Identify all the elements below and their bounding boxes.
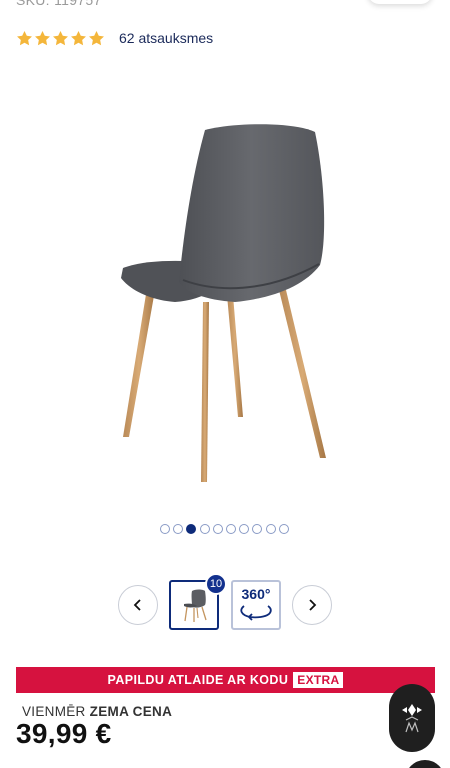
next-image-button[interactable] [292, 585, 332, 625]
price-label: VIENMĒR ZEMA CENA [22, 704, 172, 719]
brand-floating-button[interactable] [389, 684, 435, 752]
diamond-logo-icon [402, 704, 422, 733]
top-pill[interactable] [368, 0, 432, 4]
product-price: 39,99 € [16, 718, 112, 749]
product-gallery[interactable] [0, 70, 450, 510]
product-image [121, 124, 326, 482]
carousel-dot[interactable] [212, 524, 223, 534]
star-icon [52, 30, 69, 47]
prev-image-button[interactable] [118, 585, 158, 625]
star-icon [16, 30, 33, 47]
image-count-badge: 10 [205, 573, 227, 595]
price-label-strong: ZEMA CENA [89, 704, 173, 719]
chair-thumbnail-icon [184, 589, 207, 622]
sku-strip: SKU: 119757 [0, 0, 450, 14]
thumbnail-row: 10 360° [0, 573, 450, 632]
corner-floating-button[interactable] [405, 760, 445, 768]
chevron-right-icon [309, 599, 317, 611]
promo-tag: EXTRA [293, 672, 344, 688]
carousel-dot[interactable] [199, 524, 210, 534]
promo-text: PAPILDU ATLAIDE AR KODU [107, 673, 289, 687]
label-360: 360° [241, 586, 271, 602]
price-label-prefix: VIENMĒR [22, 704, 90, 719]
carousel-dot[interactable] [239, 524, 250, 534]
carousel-dot[interactable] [265, 524, 276, 534]
star-icon [88, 30, 105, 47]
carousel-dot[interactable] [160, 524, 170, 534]
carousel-dot[interactable] [278, 524, 289, 534]
rotate-360-icon [240, 605, 272, 621]
chevron-left-icon [133, 599, 141, 611]
carousel-dot[interactable] [173, 524, 184, 534]
rating-row[interactable]: 62 atsauksmes [16, 28, 213, 48]
carousel-dot[interactable] [225, 524, 236, 534]
star-icon [70, 30, 87, 47]
sku-text: SKU: 119757 [16, 0, 102, 8]
star-rating [16, 30, 105, 47]
view-360-button[interactable]: 360° [231, 580, 281, 630]
promo-banner[interactable]: PAPILDU ATLAIDE AR KODU EXTRA [16, 667, 435, 693]
carousel-dot-active[interactable] [186, 524, 197, 534]
carousel-dots [160, 524, 289, 534]
star-icon [34, 30, 51, 47]
carousel-dot[interactable] [252, 524, 263, 534]
reviews-link[interactable]: 62 atsauksmes [119, 30, 213, 46]
